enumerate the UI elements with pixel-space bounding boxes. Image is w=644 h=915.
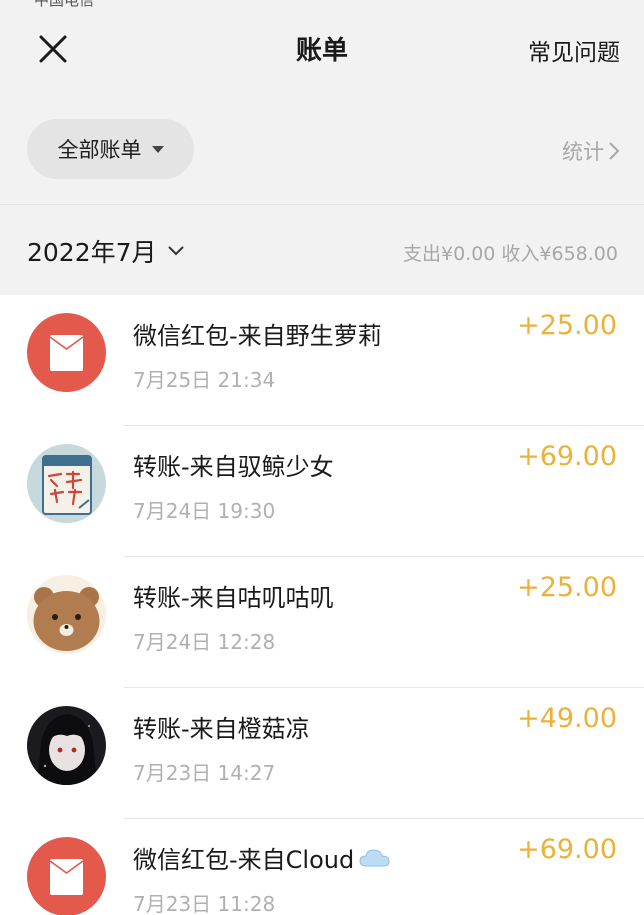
- bear-avatar: [27, 575, 106, 654]
- transaction-item[interactable]: 转账-来自驭鲸少女 7月24日 19:30 +69.00: [0, 426, 644, 557]
- transaction-title-row: 微信红包-来自Cloud: [133, 840, 392, 875]
- transaction-item[interactable]: 微信红包-来自野生萝莉 7月25日 21:34 +25.00: [0, 295, 644, 426]
- status-bar: 中国电信: [0, 0, 644, 10]
- transaction-time: 7月24日 12:28: [133, 630, 276, 654]
- month-label: 2022年7月: [27, 238, 157, 267]
- month-selector[interactable]: 2022年7月: [27, 233, 185, 269]
- transaction-amount: +25.00: [517, 310, 617, 341]
- transaction-item[interactable]: 微信红包-来自Cloud 7月23日 11:28 +69.00: [0, 819, 644, 915]
- divider: [0, 204, 644, 205]
- transaction-time: 7月23日 11:28: [133, 892, 276, 915]
- transaction-amount: +25.00: [517, 572, 617, 603]
- faq-link[interactable]: 常见问题: [528, 33, 620, 67]
- transaction-title: 转账-来自驭鲸少女: [133, 453, 334, 481]
- bill-page: 中国电信 账单 常见问题 全部账单 统计 2022年7月 支出¥0.00 收入¥…: [0, 0, 644, 915]
- transaction-title: 转账-来自橙菇凉: [133, 715, 310, 743]
- transaction-title: 微信红包-来自野生萝莉: [133, 322, 382, 350]
- anime-girl-avatar: [27, 706, 106, 785]
- red-packet-icon: [27, 837, 106, 915]
- transaction-amount: +69.00: [517, 834, 617, 865]
- transaction-list: 微信红包-来自野生萝莉 7月25日 21:34 +25.00 转账-来自驭鲸少女…: [0, 295, 644, 915]
- transaction-amount: +69.00: [517, 441, 617, 472]
- bill-filter-dropdown[interactable]: 全部账单: [27, 119, 194, 179]
- red-packet-icon: [27, 313, 106, 392]
- transaction-title: 微信红包-来自Cloud: [133, 846, 355, 874]
- month-summary: 支出¥0.00 收入¥658.00: [402, 243, 618, 265]
- transaction-time: 7月25日 21:34: [133, 368, 276, 392]
- exam-sign-avatar: [27, 444, 106, 523]
- statistics-label: 统计: [562, 140, 604, 164]
- statistics-link[interactable]: 统计: [562, 136, 620, 166]
- transaction-time: 7月24日 19:30: [133, 499, 276, 523]
- transaction-amount: +49.00: [517, 703, 617, 734]
- chevron-down-icon: [167, 246, 184, 256]
- caret-down-icon: [151, 145, 164, 153]
- transaction-item[interactable]: 转账-来自咕叽咕叽 7月24日 12:28 +25.00: [0, 557, 644, 688]
- chevron-right-icon: [609, 142, 620, 160]
- transaction-title: 转账-来自咕叽咕叽: [133, 584, 334, 612]
- transaction-time: 7月23日 14:27: [133, 761, 276, 785]
- bill-filter-label: 全部账单: [57, 138, 142, 162]
- carrier-label: 中国电信: [34, 0, 95, 9]
- transaction-item[interactable]: 转账-来自橙菇凉 7月23日 14:27 +49.00: [0, 688, 644, 819]
- cloud-icon: [359, 848, 390, 866]
